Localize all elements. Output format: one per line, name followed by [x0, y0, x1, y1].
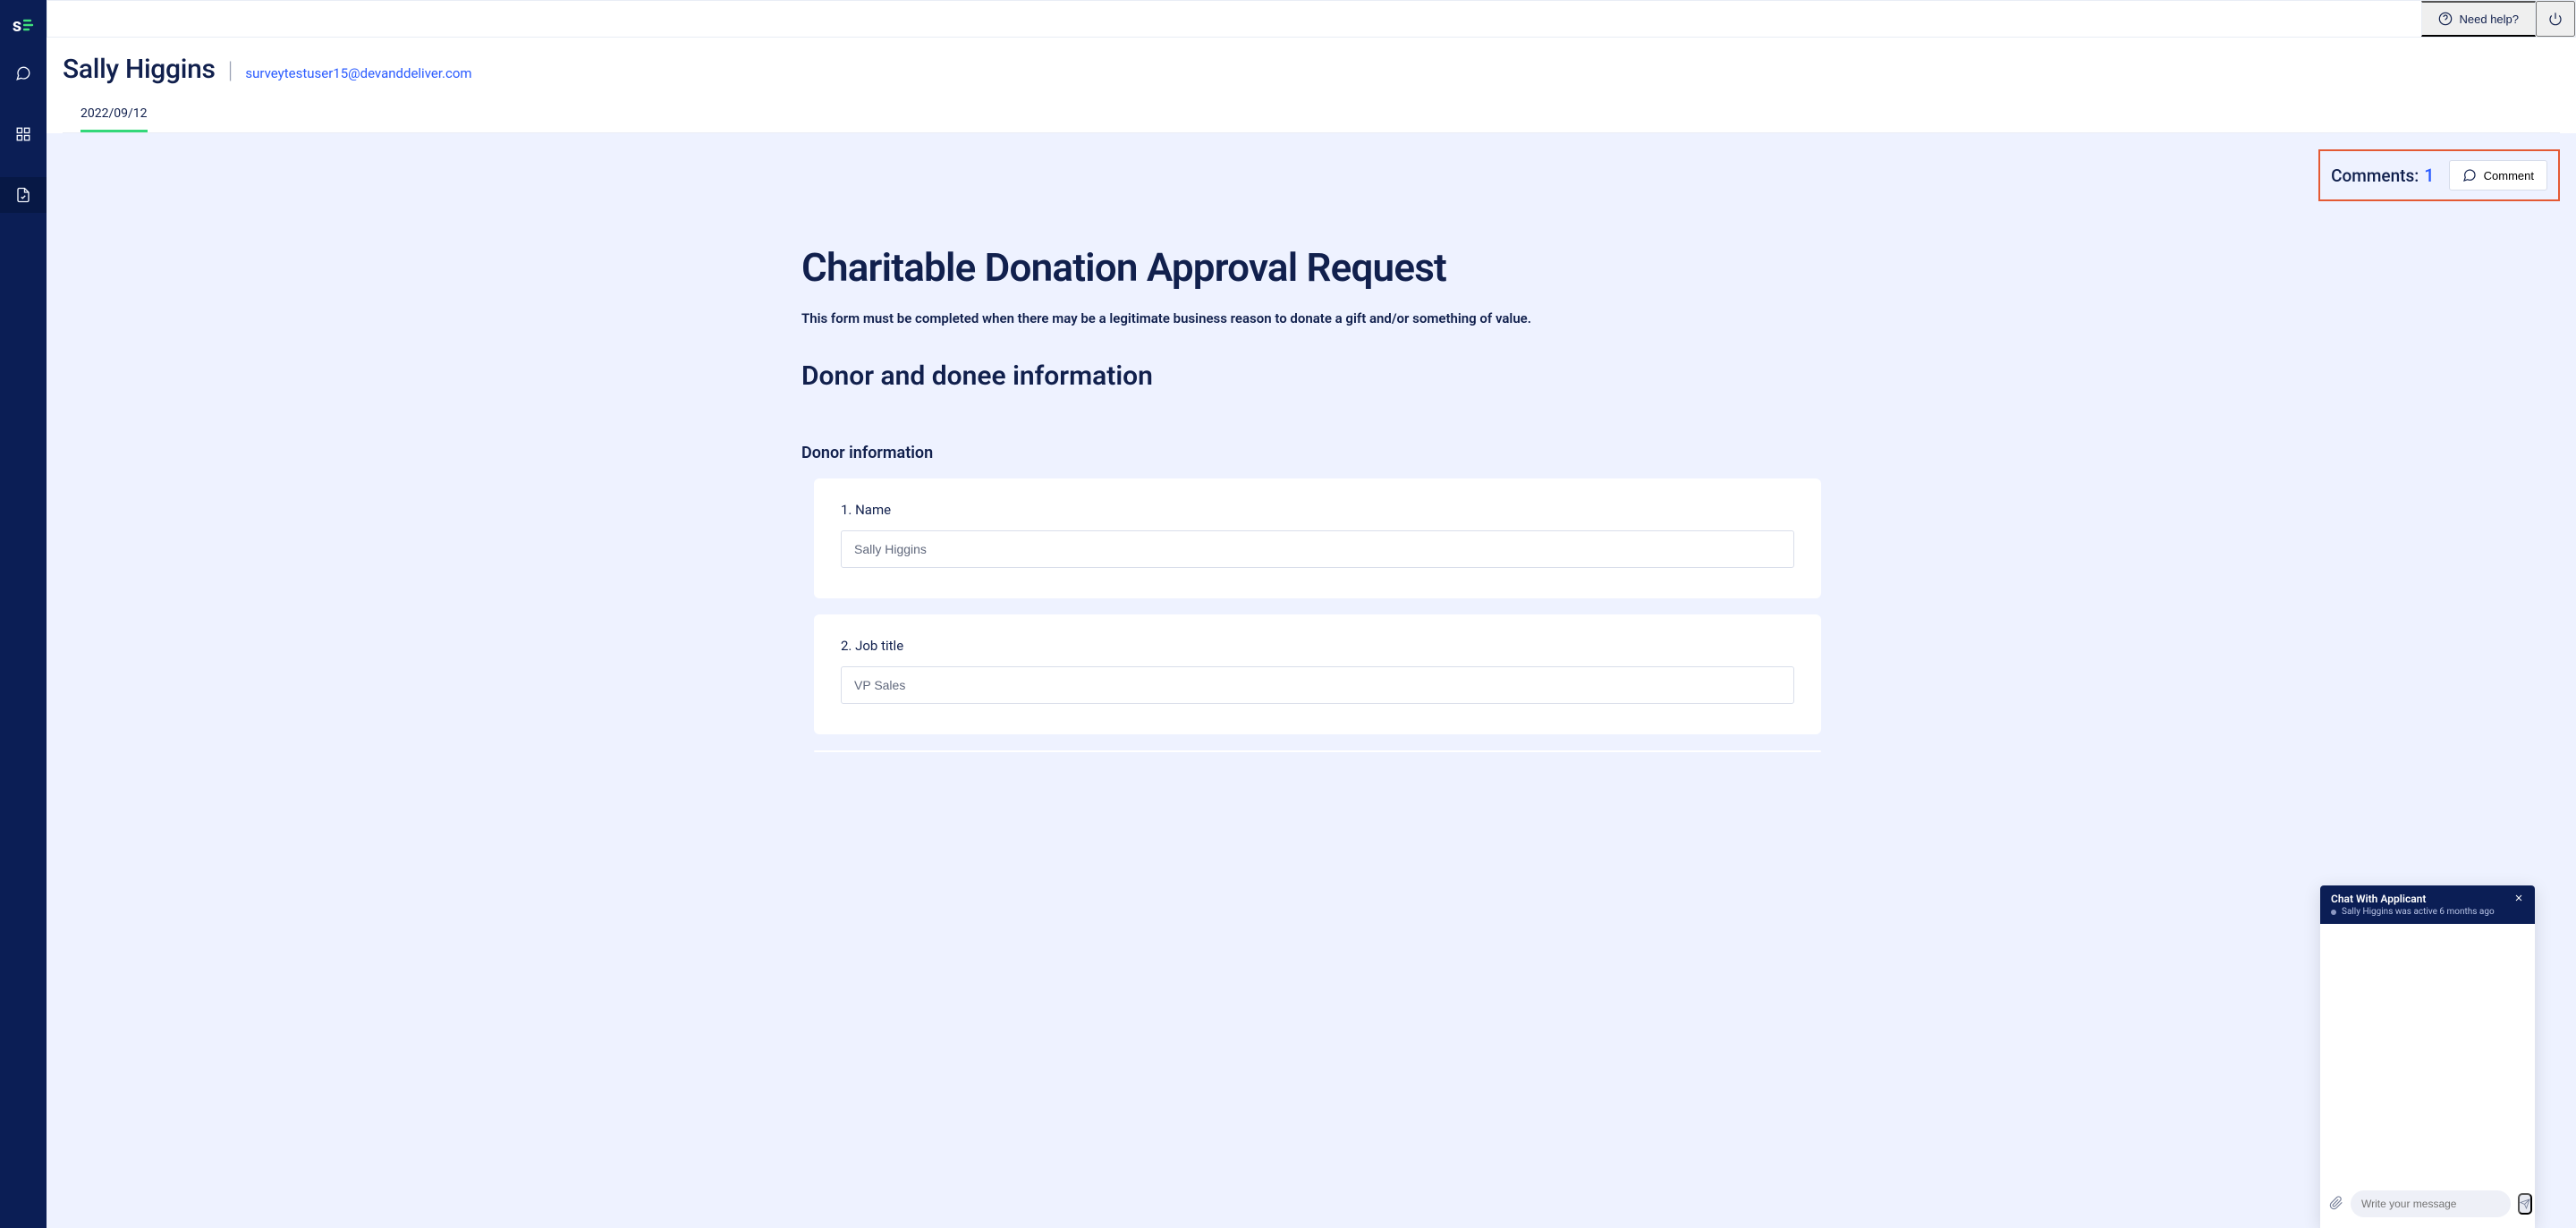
- question-2-input[interactable]: [841, 666, 1794, 704]
- form-subtitle: This form must be completed when there m…: [801, 310, 1821, 326]
- help-circle-icon: [2438, 12, 2453, 26]
- chat-body: [2320, 924, 2535, 1183]
- nav-item-dashboard[interactable]: [0, 116, 47, 152]
- question-2-label: 2. Job title: [841, 638, 1794, 654]
- comments-count: 1: [2424, 165, 2434, 186]
- comments-label: Comments:: [2331, 165, 2419, 186]
- chat-status: Sally Higgins was active 6 months ago: [2331, 907, 2495, 917]
- applicant-name: Sally Higgins: [63, 54, 216, 85]
- question-1-input[interactable]: [841, 530, 1794, 568]
- close-icon: [2513, 893, 2524, 903]
- chat-send-button[interactable]: [2518, 1193, 2532, 1215]
- nav-item-profile[interactable]: [15, 1189, 31, 1208]
- logo-mark-icon: [23, 18, 34, 32]
- logout-button[interactable]: [2536, 1, 2575, 37]
- chat-input-row: [2320, 1183, 2535, 1228]
- comment-button[interactable]: Comment: [2449, 160, 2547, 191]
- power-icon: [2548, 12, 2563, 26]
- applicant-email-link[interactable]: surveytestuser15@devanddeliver.com: [245, 65, 471, 81]
- user-icon: [15, 1189, 31, 1205]
- comments-row: Comments: 1 Comment: [47, 133, 2576, 208]
- need-help-button[interactable]: Need help?: [2421, 1, 2537, 37]
- main-region: Need help? Sally Higgins | surveytestuse…: [47, 0, 2576, 1228]
- nav-item-chat[interactable]: [0, 55, 47, 91]
- comment-button-label: Comment: [2484, 169, 2534, 182]
- nav-item-settings[interactable]: [15, 1149, 31, 1169]
- chat-message-input[interactable]: [2351, 1190, 2511, 1217]
- chat-attach-button[interactable]: [2329, 1196, 2343, 1213]
- chat-header: Chat With Applicant Sally Higgins was ac…: [2320, 885, 2535, 924]
- nav-item-form[interactable]: [0, 177, 47, 213]
- document-check-icon: [15, 187, 31, 203]
- subsection-title: Donor information: [801, 444, 1821, 462]
- question-card-2: 2. Job title: [814, 614, 1821, 734]
- header-divider: |: [228, 57, 233, 84]
- app-sidebar: s: [0, 0, 47, 1228]
- chat-bubble-icon: [15, 65, 31, 81]
- tabs: 2022/09/12: [63, 97, 2560, 133]
- page-header: Sally Higgins | surveytestuser15@devandd…: [47, 38, 2576, 133]
- chat-widget: Chat With Applicant Sally Higgins was ac…: [2320, 885, 2535, 1228]
- paperclip-icon: [2329, 1196, 2343, 1210]
- gear-icon: [15, 1149, 31, 1165]
- question-card-3: [814, 750, 1821, 752]
- sidebar-bottom: [15, 1149, 31, 1228]
- comment-icon: [2462, 168, 2477, 182]
- question-card-1: 1. Name: [814, 478, 1821, 598]
- form-title: Charitable Donation Approval Request: [801, 244, 1821, 291]
- topbar: Need help?: [47, 0, 2576, 38]
- app-logo: s: [13, 9, 34, 50]
- question-1-label: 1. Name: [841, 502, 1794, 518]
- comments-box: Comments: 1 Comment: [2318, 149, 2560, 201]
- form-page: Charitable Donation Approval Request Thi…: [712, 208, 1911, 806]
- tab-date[interactable]: 2022/09/12: [80, 97, 148, 132]
- content-area: Comments: 1 Comment Charitable Donation …: [47, 133, 2576, 1228]
- need-help-label: Need help?: [2460, 13, 2520, 26]
- chat-title: Chat With Applicant: [2331, 893, 2495, 905]
- grid-icon: [15, 126, 31, 142]
- chat-close-button[interactable]: [2513, 893, 2524, 906]
- sidebar-nav: [0, 55, 47, 213]
- send-icon: [2520, 1198, 2530, 1209]
- section-title: Donor and donee information: [801, 360, 1821, 392]
- logo-text: s: [13, 14, 21, 36]
